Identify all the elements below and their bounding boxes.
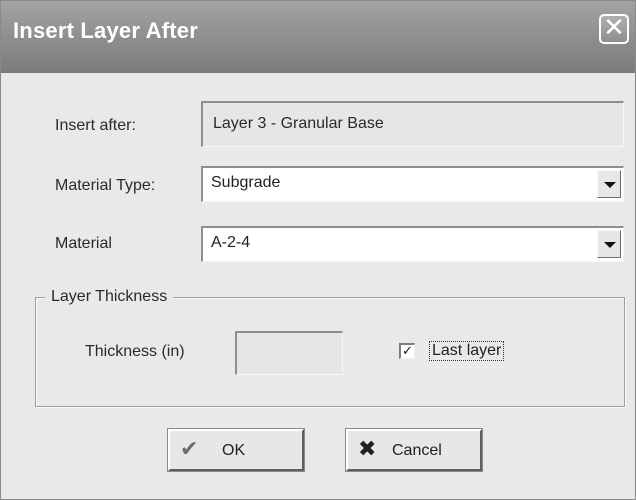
last-layer-checkbox[interactable]: ✓ (399, 343, 415, 359)
insert-after-field: Layer 3 - Granular Base (201, 101, 624, 147)
check-icon: ✓ (402, 344, 413, 359)
check-icon: ✔ (180, 437, 199, 462)
insert-after-label: Insert after: (55, 117, 136, 134)
thickness-label: Thickness (in) (85, 343, 185, 360)
material-dropdown[interactable]: A-2-4 (201, 226, 624, 262)
material-type-label: Material Type: (55, 177, 156, 194)
last-layer-label[interactable]: Last layer (429, 341, 505, 361)
dialog-title: Insert Layer After (13, 18, 198, 43)
thickness-input[interactable] (235, 331, 343, 375)
x-icon: ✖ (358, 437, 377, 462)
chevron-down-icon[interactable] (597, 170, 621, 198)
material-type-value: Subgrade (211, 174, 281, 191)
chevron-down-icon[interactable] (597, 230, 621, 258)
ok-button-label: OK (222, 442, 246, 459)
material-type-dropdown[interactable]: Subgrade (201, 166, 624, 202)
close-button[interactable]: ✕ (599, 14, 629, 44)
cancel-button[interactable]: ✖ Cancel (345, 428, 483, 472)
close-icon: ✕ (603, 13, 625, 43)
title-bar[interactable]: Insert Layer After ✕ (1, 1, 635, 73)
ok-button[interactable]: ✔ OK (167, 428, 305, 472)
layer-thickness-group-label: Layer Thickness (45, 288, 174, 306)
cancel-button-label: Cancel (392, 442, 442, 459)
material-label: Material (55, 235, 112, 252)
insert-layer-dialog: Insert Layer After ✕ Insert after: Layer… (0, 0, 636, 500)
material-value: A-2-4 (211, 234, 251, 251)
